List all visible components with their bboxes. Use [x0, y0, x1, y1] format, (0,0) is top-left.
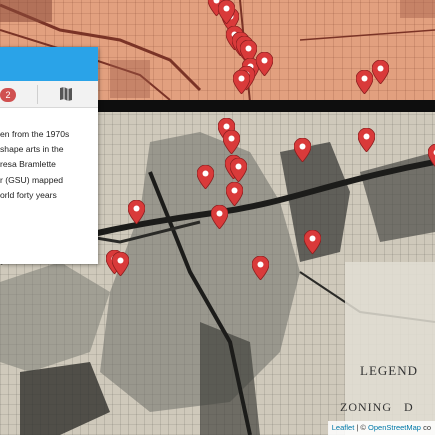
- panel-line: shape arts in the: [0, 144, 64, 155]
- map-marker-icon[interactable]: [358, 128, 375, 152]
- panel-line: r (GSU) mapped: [0, 174, 64, 185]
- map-marker-icon[interactable]: [226, 182, 243, 206]
- map-marker-icon[interactable]: [304, 230, 321, 254]
- panel-header: [0, 47, 98, 81]
- map-legend-title: LEGEND: [360, 363, 418, 378]
- map-marker-icon[interactable]: [211, 205, 228, 229]
- map-marker-icon[interactable]: [294, 138, 311, 162]
- map-marker-icon[interactable]: [372, 60, 389, 84]
- panel-line: en from the 1970s: [0, 129, 70, 139]
- map-marker-icon[interactable]: [223, 130, 240, 154]
- map-marker-icon[interactable]: [428, 144, 435, 168]
- map-marker-icon[interactable]: [112, 252, 129, 276]
- map-icon[interactable]: [59, 86, 73, 102]
- tab-divider: [37, 85, 38, 104]
- map-marker-icon[interactable]: [218, 0, 235, 24]
- panel-body-text: en from the 1970s shape arts in the resa…: [0, 127, 97, 203]
- leaflet-link[interactable]: Leaflet: [332, 423, 355, 432]
- map-marker-icon[interactable]: [197, 165, 214, 189]
- panel-line: resa Bramlette: [0, 159, 56, 170]
- map-marker-icon[interactable]: [256, 52, 273, 76]
- map-marker-icon[interactable]: [233, 70, 250, 94]
- map-zoning-label: ZONING D: [340, 400, 414, 414]
- osm-link[interactable]: OpenStreetMap: [368, 423, 421, 432]
- attribution-separator: | ©: [354, 423, 369, 432]
- map-marker-icon[interactable]: [128, 200, 145, 224]
- attribution-rest: co: [420, 423, 431, 432]
- map-marker-icon[interactable]: [356, 70, 373, 94]
- map-marker-icon[interactable]: [230, 158, 247, 182]
- count-badge[interactable]: 2: [0, 88, 16, 102]
- map-marker-icon[interactable]: [252, 256, 269, 280]
- map-attribution: Leaflet | © OpenStreetMap co: [327, 421, 435, 435]
- story-panel: 2 en from the 1970s shape arts in the re…: [0, 47, 98, 264]
- panel-line: orld forty years: [0, 189, 57, 200]
